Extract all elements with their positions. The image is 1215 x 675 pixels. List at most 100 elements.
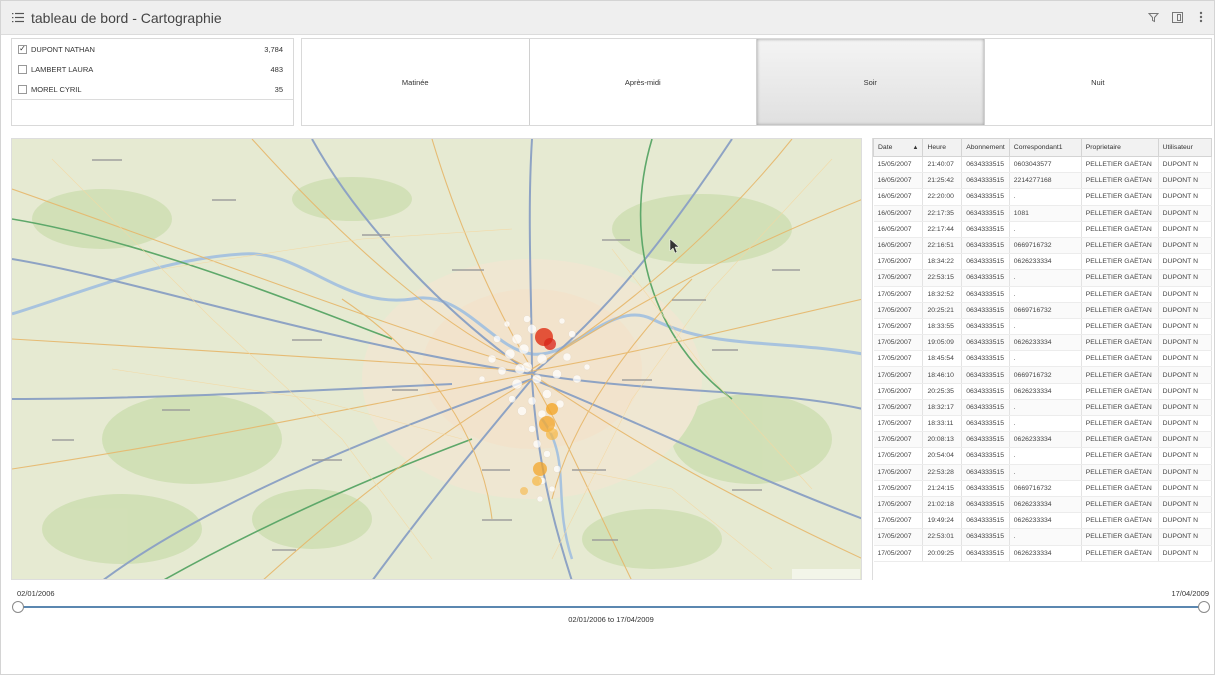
toolbar: [1146, 10, 1208, 24]
table-cell: 18:33:11: [922, 415, 963, 433]
table-cell: 21:24:15: [922, 480, 963, 497]
table-cell: 20:09:25: [922, 545, 963, 562]
table-row[interactable]: 15/05/2007 21:40:07 0634333515 0603043577 PE…: [873, 156, 1212, 174]
table-cell: DUPONT N: [1158, 172, 1212, 190]
column-header-date[interactable]: Date ▲: [873, 138, 924, 157]
table-cell: 20:25:21: [922, 302, 963, 319]
table-row[interactable]: 17/05/2007 18:34:22 0634333515 0626233334 PE…: [873, 253, 1212, 271]
checkbox[interactable]: [18, 64, 27, 74]
table-cell: PELLETIER GAËTAN: [1081, 172, 1159, 190]
table-cell: DUPONT N: [1158, 528, 1212, 546]
column-header-proprietaire[interactable]: Proprietaire: [1080, 138, 1159, 157]
table-row[interactable]: 16/05/2007 22:17:44 0634333515. PELLETIER G…: [873, 221, 1212, 238]
table-row[interactable]: 17/05/2007 18:32:52 0634333515. PELLETIER G…: [873, 286, 1212, 303]
column-header-abonnement[interactable]: Abonnement: [961, 138, 1010, 157]
table-cell: 17/05/2007: [873, 383, 924, 400]
table-row[interactable]: 16/05/2007 22:17:35 0634333515 1081 PELLETIE…: [873, 205, 1212, 222]
table-cell: DUPONT N: [1158, 269, 1212, 287]
period-button-soir[interactable]: Soir: [757, 39, 985, 125]
period-button-nuit[interactable]: Nuit: [984, 39, 1211, 125]
table-cell: PELLETIER GAËTAN: [1081, 350, 1159, 368]
table-cell: PELLETIER GAËTAN: [1081, 237, 1159, 255]
list-icon[interactable]: [11, 11, 25, 25]
slider-end-handle[interactable]: [1198, 601, 1210, 613]
more-vertical-icon[interactable]: [1194, 10, 1208, 24]
table-cell: 0634333515: [961, 464, 1010, 481]
table-cell: .: [1009, 221, 1082, 238]
table-row[interactable]: 17/05/2007 19:05:09 0634333515 0626233334 PE…: [873, 334, 1212, 352]
map-view[interactable]: [11, 138, 862, 580]
table-cell: DUPONT N: [1158, 156, 1212, 174]
table-cell: 20:08:13: [922, 431, 963, 449]
table-row[interactable]: 17/05/2007 18:33:11 0634333515. PELLETIER G…: [873, 415, 1212, 433]
period-selector: Matinée Après-midi Soir Nuit: [301, 38, 1212, 126]
slider-track[interactable]: [19, 606, 1205, 608]
table-cell: 22:53:01: [922, 528, 963, 546]
table-cell: .: [1009, 188, 1082, 206]
table-row[interactable]: 16/05/2007 22:16:51 0634333515 0669716732 PE…: [873, 237, 1212, 255]
filter-item-morel[interactable]: MOREL CYRIL 35: [12, 79, 293, 99]
column-header-utilisateur[interactable]: Utilisateur: [1157, 138, 1212, 157]
table-cell: PELLETIER GAËTAN: [1081, 480, 1159, 497]
filter-item-lambert[interactable]: LAMBERT LAURA 483: [12, 59, 293, 79]
table-cell: PELLETIER GAËTAN: [1081, 334, 1159, 352]
table-row[interactable]: 17/05/2007 22:53:15 0634333515. PELLETIER G…: [873, 269, 1212, 287]
table-row[interactable]: 17/05/2007 20:08:13 0634333515 0626233334 PE…: [873, 431, 1212, 449]
table-cell: DUPONT N: [1158, 205, 1212, 222]
table-row[interactable]: 17/05/2007 21:24:15 0634333515 0669716732 PE…: [873, 480, 1212, 497]
table-row[interactable]: 17/05/2007 21:02:18 0634333515 0626233334 PE…: [873, 496, 1212, 514]
table-row[interactable]: 17/05/2007 20:25:21 0634333515 0669716732 PE…: [873, 302, 1212, 319]
table-cell: 16/05/2007: [873, 172, 924, 190]
column-header-heure[interactable]: Heure: [922, 138, 963, 157]
table-cell: 0634333515: [961, 383, 1010, 400]
table-row[interactable]: 17/05/2007 18:32:17 0634333515. PELLETIER G…: [873, 399, 1212, 417]
table-row[interactable]: 16/05/2007 22:20:00 0634333515. PELLETIER G…: [873, 188, 1212, 206]
column-header-correspondant[interactable]: Correspondant1: [1008, 138, 1082, 157]
data-table: Date ▲ Heure Abonnement Correspondant1 Pr…: [873, 138, 1212, 562]
table-cell: PELLETIER GAËTAN: [1081, 431, 1159, 449]
filter-item-count: 35: [274, 84, 283, 94]
checkbox[interactable]: ✓: [18, 44, 27, 54]
filter-item-count: 483: [270, 64, 283, 74]
table-cell: DUPONT N: [1158, 512, 1212, 530]
table-cell: 17/05/2007: [873, 431, 924, 449]
table-cell: DUPONT N: [1158, 480, 1212, 497]
table-row[interactable]: 17/05/2007 20:54:04 0634333515. PELLETIER G…: [873, 447, 1212, 465]
table-cell: 0669716732: [1009, 237, 1082, 255]
table-row[interactable]: 17/05/2007 20:25:35 0634333515 0626233334 PE…: [873, 383, 1212, 400]
table-row[interactable]: 17/05/2007 19:49:24 0634333515 0626233334 PE…: [873, 512, 1212, 530]
table-row[interactable]: 17/05/2007 20:09:25 0634333515 0626233334 PE…: [873, 545, 1212, 562]
table-row[interactable]: 17/05/2007 22:53:01 0634333515. PELLETIER G…: [873, 528, 1212, 546]
sort-ascending-icon[interactable]: ▲: [913, 145, 919, 151]
panel-icon[interactable]: [1170, 10, 1184, 24]
filter-item-label: DUPONT NATHAN: [31, 44, 95, 54]
table-cell: 16/05/2007: [873, 237, 924, 255]
table-row[interactable]: 17/05/2007 18:45:54 0634333515. PELLETIER G…: [873, 350, 1212, 368]
checkbox[interactable]: [18, 84, 27, 94]
period-button-matinee[interactable]: Matinée: [302, 39, 530, 125]
table-row[interactable]: 17/05/2007 18:46:10 0634333515 0669716732 PE…: [873, 366, 1212, 384]
filter-item-dupont[interactable]: ✓ DUPONT NATHAN 3,784: [12, 39, 293, 59]
map-canvas[interactable]: [12, 139, 862, 580]
table-cell: PELLETIER GAËTAN: [1081, 253, 1159, 271]
table-row[interactable]: 16/05/2007 21:25:42 0634333515 2214277168 PE…: [873, 172, 1212, 190]
table-cell: 22:53:28: [922, 464, 963, 481]
table-cell: .: [1009, 528, 1082, 546]
table-cell: PELLETIER GAËTAN: [1081, 205, 1159, 222]
table-cell: PELLETIER GAËTAN: [1081, 383, 1159, 400]
filter-icon[interactable]: [1146, 10, 1160, 24]
period-button-apres-midi[interactable]: Après-midi: [529, 39, 757, 125]
records-table[interactable]: Date ▲ Heure Abonnement Correspondant1 Pr…: [872, 138, 1212, 580]
table-row[interactable]: 17/05/2007 22:53:28 0634333515. PELLETIER G…: [873, 464, 1212, 481]
table-cell: 20:25:35: [922, 383, 963, 400]
table-cell: 0634333515: [961, 286, 1010, 303]
table-row[interactable]: 17/05/2007 18:33:55 0634333515. PELLETIER G…: [873, 318, 1212, 336]
table-cell: DUPONT N: [1158, 447, 1212, 465]
table-cell: DUPONT N: [1158, 253, 1212, 271]
table-cell: DUPONT N: [1158, 366, 1212, 384]
table-cell: 22:17:35: [922, 205, 963, 222]
table-cell: 17/05/2007: [873, 302, 924, 319]
table-cell: 16/05/2007: [873, 205, 924, 222]
slider-start-handle[interactable]: [12, 601, 24, 613]
table-cell: .: [1009, 318, 1082, 336]
